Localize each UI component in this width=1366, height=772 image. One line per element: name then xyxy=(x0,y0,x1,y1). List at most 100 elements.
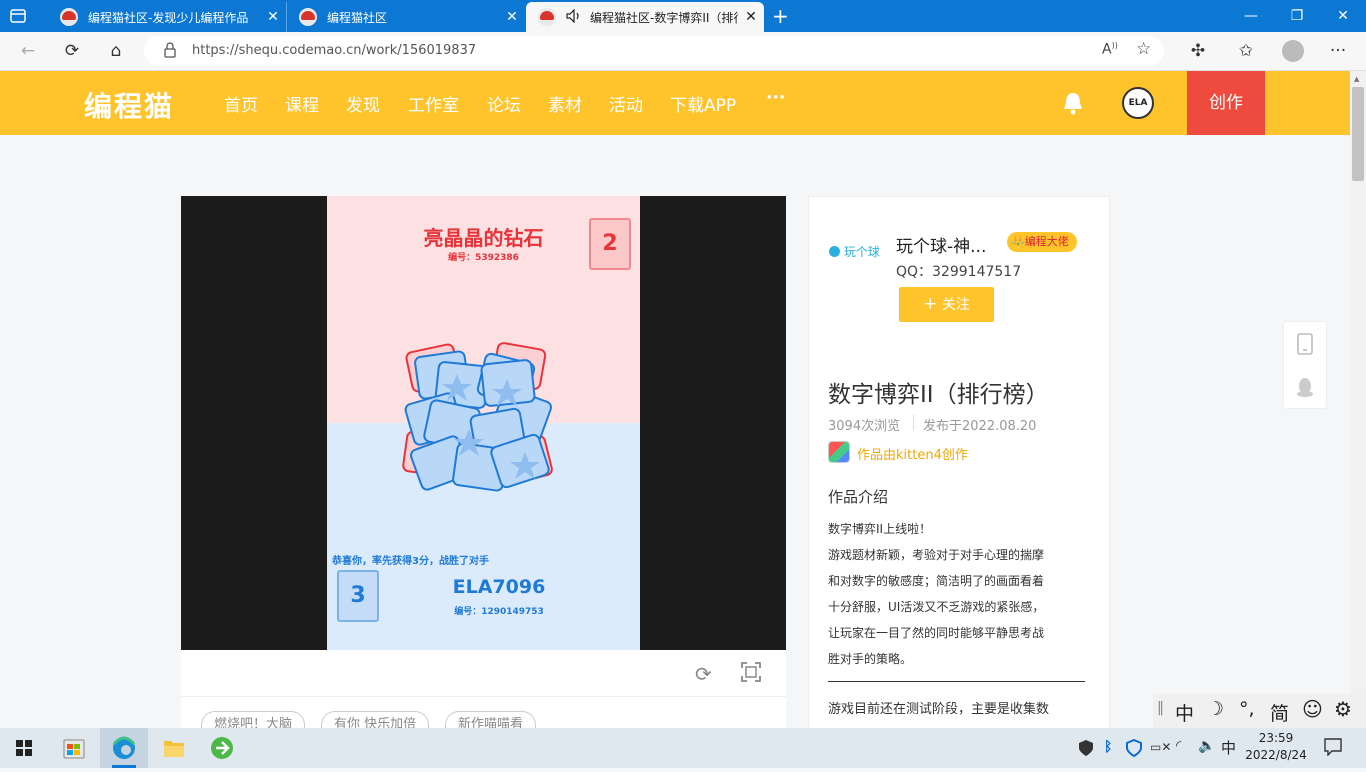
minimize-icon[interactable]: — xyxy=(1228,0,1274,32)
profile-avatar[interactable] xyxy=(1282,40,1304,62)
edge-icon[interactable] xyxy=(100,728,148,768)
ime-chinese-mode[interactable]: 中 xyxy=(1175,699,1194,726)
browser-tab-3-active[interactable]: 编程猫社区-数字博弈II（排行 ✕ xyxy=(526,2,764,32)
work-info-card: 数字博弈II（排行榜） 3094次浏览 发布于2022.08.20 作品由kit… xyxy=(808,343,1110,729)
ime-moon-icon[interactable]: ☽ xyxy=(1207,698,1224,720)
battery-icon[interactable]: ▭✕ xyxy=(1150,740,1171,754)
codemao-favicon xyxy=(60,8,78,26)
speaker-icon[interactable] xyxy=(566,8,582,26)
player-controls: ⟳ xyxy=(181,650,786,697)
ime-punctuation[interactable]: °, xyxy=(1239,698,1255,720)
nav-home[interactable]: 首页 xyxy=(224,91,258,116)
follow-label: 关注 xyxy=(941,297,970,313)
create-button[interactable]: 创作 xyxy=(1187,71,1265,135)
close-window-icon[interactable]: ✕ xyxy=(1320,0,1366,32)
ime-drag-handle[interactable]: ‖ xyxy=(1157,700,1164,716)
store-icon[interactable] xyxy=(50,728,98,768)
restore-icon[interactable]: ❐ xyxy=(1274,0,1320,32)
user-avatar[interactable]: ELA xyxy=(1122,87,1154,119)
security-shield-icon[interactable] xyxy=(1078,739,1094,761)
app-green-icon[interactable] xyxy=(198,728,246,768)
ime-simplified[interactable]: 简 xyxy=(1270,699,1289,726)
bluetooth-icon[interactable]: ᛒ xyxy=(1104,739,1112,755)
intro-line: 胜对手的策略。 xyxy=(828,652,913,666)
nav-studio[interactable]: 工作室 xyxy=(408,91,459,116)
ime-emoji-icon[interactable]: ☺ xyxy=(1302,697,1323,721)
codemao-logo[interactable]: 编程猫 xyxy=(84,85,174,125)
kitten-app-icon xyxy=(828,441,850,463)
author-name[interactable]: 玩个球-神... xyxy=(896,232,986,257)
plus-icon: + xyxy=(923,294,938,314)
ime-settings-icon[interactable]: ⚙ xyxy=(1334,697,1352,721)
start-button[interactable] xyxy=(0,728,48,768)
codemao-favicon xyxy=(538,8,556,26)
intro-text: 数字博弈II上线啦！ 游戏题材新颖，考验对于对手心理的揣摩 和对数字的敏感度；简… xyxy=(828,516,1044,672)
tab-title: 编程猫社区-数字博弈II（排行 xyxy=(590,10,738,25)
clock[interactable]: 23:59 2022/8/24 xyxy=(1244,730,1308,764)
url-bar[interactable]: https://shequ.codemao.cn/work/156019837 … xyxy=(144,36,1164,66)
view-count: 3094次浏览 xyxy=(828,419,901,434)
notification-icon[interactable] xyxy=(1324,738,1342,760)
nav-events[interactable]: 活动 xyxy=(609,91,643,116)
intro-heading: 作品介绍 xyxy=(828,488,889,506)
windows-taskbar: ᛒ ▭✕ ◜ 🔈 中 23:59 2022/8/24 xyxy=(0,728,1366,768)
lock-icon[interactable] xyxy=(164,42,176,62)
browser-tab-2[interactable]: 编程猫社区 ✕ xyxy=(287,2,525,32)
nav-materials[interactable]: 素材 xyxy=(548,91,582,116)
card-pile-graphic xyxy=(402,342,553,492)
favorites-icon[interactable]: ✩ xyxy=(1232,38,1260,64)
game-stage[interactable]: 亮晶晶的钻石 编号：5392386 2 恭喜你，率先获得3分，战胜了对手 3 E… xyxy=(327,196,640,650)
page-scrollbar[interactable]: ▲ xyxy=(1350,71,1366,728)
tag-pill[interactable]: 新作喵喵看 xyxy=(445,711,537,728)
work-tags: 燃烧吧！大脑 有你 快乐加倍 新作喵喵看 xyxy=(181,697,786,728)
tag-pill[interactable]: 有你 快乐加倍 xyxy=(321,711,430,728)
scroll-up-icon[interactable]: ▲ xyxy=(1354,75,1359,83)
tab-close-icon[interactable]: ✕ xyxy=(260,9,286,25)
mobile-icon[interactable] xyxy=(1297,333,1313,359)
scrollbar-thumb[interactable] xyxy=(1352,87,1364,181)
follow-button[interactable]: + 关注 xyxy=(899,287,994,322)
refresh-icon[interactable]: ⟳ xyxy=(58,38,86,64)
bell-icon[interactable] xyxy=(1062,91,1084,119)
crown-icon: 👑 xyxy=(1011,235,1025,248)
player-name: ELA7096 xyxy=(452,576,546,598)
nav-download-app[interactable]: 下载APP xyxy=(670,91,736,116)
game-player[interactable]: 亮晶晶的钻石 编号：5392386 2 恭喜你，率先获得3分，战胜了对手 3 E… xyxy=(181,196,786,650)
author-logo[interactable]: 玩个球 xyxy=(829,243,880,260)
tab-close-icon[interactable]: ✕ xyxy=(738,9,764,25)
defender-icon[interactable] xyxy=(1126,738,1142,761)
read-aloud-icon[interactable]: A)) xyxy=(1102,41,1118,58)
tab-close-icon[interactable]: ✕ xyxy=(499,9,525,25)
author-logo-text: 玩个球 xyxy=(843,245,880,259)
language-indicator[interactable]: 中 xyxy=(1221,737,1236,758)
author-card: 玩个球 玩个球-神... 👑编程大佬 QQ：3299147517 + 关注 xyxy=(808,196,1110,344)
qq-penguin-icon[interactable] xyxy=(1296,377,1314,401)
fullscreen-icon[interactable] xyxy=(741,662,761,686)
back-icon[interactable]: ← xyxy=(14,38,42,64)
restart-icon[interactable]: ⟳ xyxy=(695,662,712,686)
url-text[interactable]: https://shequ.codemao.cn/work/156019837 xyxy=(192,43,476,58)
clock-date: 2022/8/24 xyxy=(1245,748,1307,762)
publish-date: 发布于2022.08.20 xyxy=(923,419,1037,434)
tab-title: 编程猫社区-发现少儿编程作品 xyxy=(88,10,249,25)
intro-line: 和对数字的敏感度；简洁明了的画面看着 xyxy=(828,574,1045,588)
opponent-score-card: 2 xyxy=(589,218,631,270)
made-with-kitten[interactable]: 作品由kitten4创作 xyxy=(857,444,968,463)
network-icon[interactable]: ◜ xyxy=(1176,738,1181,754)
tag-pill[interactable]: 燃烧吧！大脑 xyxy=(201,711,306,728)
file-explorer-icon[interactable] xyxy=(150,728,198,768)
extensions-icon[interactable]: ✣ xyxy=(1184,38,1212,64)
more-icon[interactable]: ··· xyxy=(1324,38,1352,64)
tab-title: 编程猫社区 xyxy=(327,10,388,25)
tab-actions-icon[interactable] xyxy=(10,8,26,24)
new-tab-icon[interactable]: + xyxy=(772,4,789,28)
volume-muted-icon[interactable]: 🔈 xyxy=(1198,738,1215,754)
nav-courses[interactable]: 课程 xyxy=(285,91,319,116)
intro-divider xyxy=(828,681,1085,682)
browser-tab-1[interactable]: 编程猫社区-发现少儿编程作品 ✕ xyxy=(48,2,287,32)
nav-forum[interactable]: 论坛 xyxy=(487,91,521,116)
home-icon[interactable]: ⌂ xyxy=(102,38,130,64)
favorite-add-icon[interactable]: ☆ xyxy=(1136,39,1151,59)
nav-more[interactable]: ··· xyxy=(766,88,785,108)
nav-discover[interactable]: 发现 xyxy=(346,91,380,116)
